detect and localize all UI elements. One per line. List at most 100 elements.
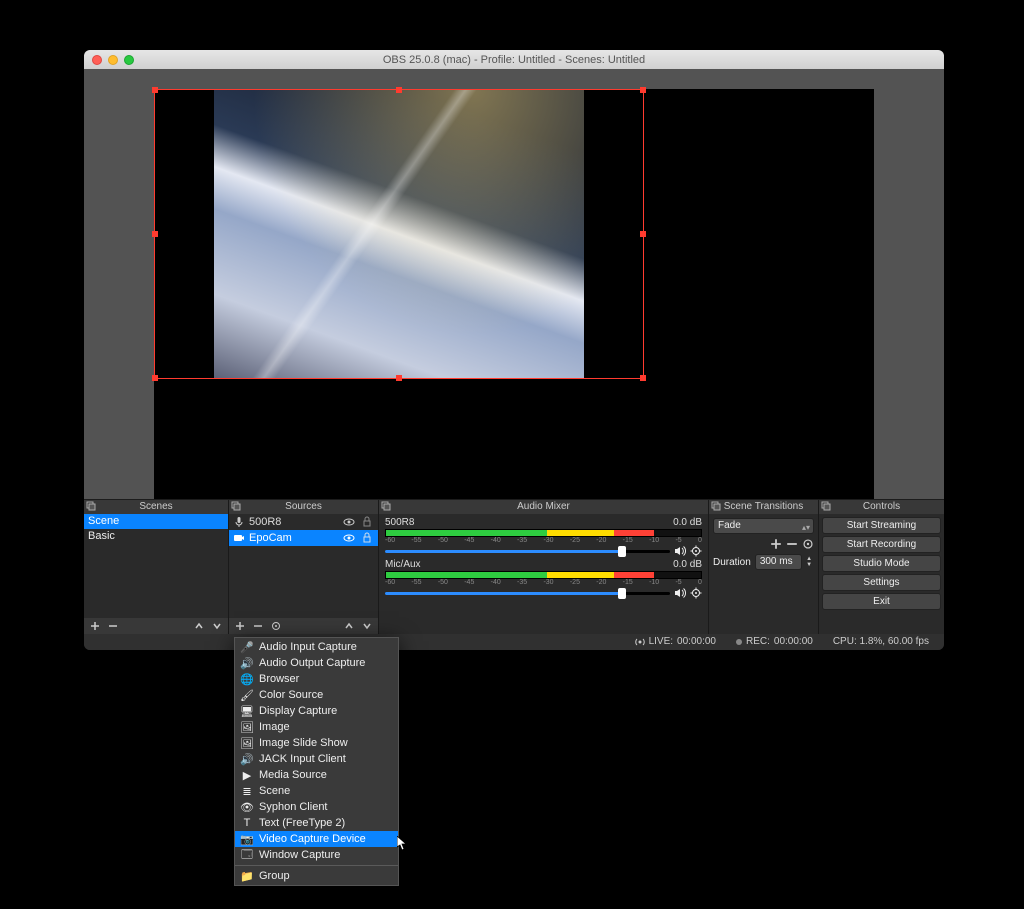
scene-down-button[interactable] <box>212 621 222 631</box>
speaker-icon[interactable] <box>674 587 686 599</box>
titlebar: OBS 25.0.8 (mac) - Profile: Untitled - S… <box>84 50 944 69</box>
audio-meter <box>385 571 702 579</box>
scenes-list[interactable]: Scene Basic <box>84 514 228 617</box>
menu-item[interactable]: ≣Scene <box>235 783 398 799</box>
menu-item[interactable]: 📁Group <box>235 868 398 884</box>
scene-up-button[interactable] <box>194 621 204 631</box>
transition-select[interactable]: Fade▴▾ <box>713 518 814 534</box>
settings-button[interactable]: Settings <box>822 574 941 591</box>
menu-item-icon: 📷 <box>241 833 253 846</box>
menu-item-label: Media Source <box>259 769 327 781</box>
eye-icon[interactable] <box>342 532 356 544</box>
controls-header: Controls <box>819 500 944 514</box>
menu-item[interactable]: 🖼Image <box>235 719 398 735</box>
menu-item[interactable]: 🎤Audio Input Capture <box>235 639 398 655</box>
menu-item-icon: 🌐 <box>241 673 253 686</box>
preview-canvas[interactable] <box>154 89 874 499</box>
gear-icon[interactable] <box>690 545 702 557</box>
remove-scene-button[interactable] <box>108 621 118 631</box>
remove-source-button[interactable] <box>253 621 263 631</box>
menu-item-label: Display Capture <box>259 705 337 717</box>
selection-box[interactable] <box>154 89 644 379</box>
scenes-toolbar <box>84 618 228 634</box>
menu-item-label: Color Source <box>259 689 323 701</box>
menu-item-icon: ▶ <box>241 769 253 782</box>
source-item[interactable]: EpoCam <box>229 530 378 546</box>
status-bar: LIVE: 00:00:00 REC: 00:00:00 CPU: 1.8%, … <box>84 634 944 650</box>
speaker-icon[interactable] <box>674 545 686 557</box>
meter-ticks: -60-55-50-45-40-35-30-25-20-15-10-50 <box>385 579 702 587</box>
source-properties-button[interactable] <box>271 621 281 631</box>
detach-icon[interactable] <box>711 501 721 511</box>
lock-icon[interactable] <box>360 532 374 544</box>
menu-item[interactable]: ▶ Media Source <box>235 767 398 783</box>
menu-item-label: Syphon Client <box>259 801 328 813</box>
lock-icon[interactable] <box>360 516 374 528</box>
menu-item[interactable]: 🖼 Image Slide Show <box>235 735 398 751</box>
preview-area[interactable] <box>84 69 944 499</box>
menu-item[interactable]: 🔊 JACK Input Client <box>235 751 398 767</box>
exit-button[interactable]: Exit <box>822 593 941 610</box>
menu-item-icon: 🗔 <box>241 846 253 865</box>
menu-item-label: Browser <box>259 673 299 685</box>
obs-window: OBS 25.0.8 (mac) - Profile: Untitled - S… <box>84 50 944 650</box>
transitions-header: Scene Transitions <box>709 500 818 514</box>
scene-item[interactable]: Basic <box>84 529 228 544</box>
duration-stepper[interactable]: ▲▼ <box>806 556 814 568</box>
transitions-dock: Scene Transitions Fade▴▾ Duration 300 ms… <box>709 500 819 633</box>
detach-icon[interactable] <box>86 501 96 511</box>
menu-item-icon: 🔊 <box>241 753 253 766</box>
menu-item[interactable]: 👁Syphon Client <box>235 799 398 815</box>
gear-icon[interactable] <box>690 587 702 599</box>
detach-icon[interactable] <box>381 501 391 511</box>
start-recording-button[interactable]: Start Recording <box>822 536 941 553</box>
detach-icon[interactable] <box>231 501 241 511</box>
source-down-button[interactable] <box>362 621 372 631</box>
scenes-dock: Scenes Scene Basic <box>84 500 229 633</box>
mixer-body: 500R8 0.0 dB -60-55-50-45-40-35-30-25-20… <box>379 514 708 633</box>
menu-item-label: Image Slide Show <box>259 737 348 749</box>
eye-icon[interactable] <box>342 516 356 528</box>
record-dot-icon <box>736 639 742 645</box>
folder-icon: 📁 <box>241 870 253 883</box>
menu-item[interactable]: 🔊Audio Output Capture <box>235 655 398 671</box>
sources-dock: Sources 500R8 EpoCam <box>229 500 379 633</box>
menu-item[interactable]: 📷Video Capture Device <box>235 831 398 847</box>
detach-icon[interactable] <box>821 501 831 511</box>
source-item[interactable]: 500R8 <box>229 514 378 530</box>
transitions-body: Fade▴▾ Duration 300 ms ▲▼ <box>709 514 818 633</box>
menu-item[interactable]: 🌐 Browser <box>235 671 398 687</box>
remove-transition-button[interactable] <box>786 538 798 550</box>
menu-item[interactable]: TText (FreeType 2) <box>235 815 398 831</box>
rec-status: REC: 00:00:00 <box>736 636 813 647</box>
meter-ticks: -60-55-50-45-40-35-30-25-20-15-10-50 <box>385 537 702 545</box>
volume-slider[interactable] <box>385 592 670 595</box>
broadcast-icon <box>635 637 645 647</box>
volume-slider[interactable] <box>385 550 670 553</box>
source-up-button[interactable] <box>344 621 354 631</box>
camera-icon <box>233 532 245 544</box>
add-transition-button[interactable] <box>770 538 782 550</box>
add-source-button[interactable] <box>235 621 245 631</box>
menu-item-icon: ≣ <box>241 785 253 798</box>
sources-list[interactable]: 500R8 EpoCam <box>229 514 378 617</box>
menu-item-icon: 🖥 <box>241 705 253 718</box>
source-label: 500R8 <box>249 516 338 528</box>
scene-item[interactable]: Scene <box>84 514 228 529</box>
duration-input[interactable]: 300 ms <box>755 554 802 570</box>
menu-item-label: JACK Input Client <box>259 753 346 765</box>
mixer-header: Audio Mixer <box>379 500 708 514</box>
menu-item[interactable]: 🖥 Display Capture <box>235 703 398 719</box>
studio-mode-button[interactable]: Studio Mode <box>822 555 941 572</box>
start-streaming-button[interactable]: Start Streaming <box>822 517 941 534</box>
menu-item-label: Window Capture <box>259 849 340 861</box>
menu-item[interactable]: 🗔 Window Capture <box>235 847 398 863</box>
menu-item-icon: 🖼 <box>241 737 253 750</box>
add-scene-button[interactable] <box>90 621 100 631</box>
cursor-icon <box>397 836 408 851</box>
menu-item[interactable]: 🖌Color Source <box>235 687 398 703</box>
menu-item-label: Audio Input Capture <box>259 641 357 653</box>
cpu-status: CPU: 1.8%, 60.00 fps <box>833 636 929 647</box>
menu-item-icon: 🔊 <box>241 657 253 670</box>
transition-settings-button[interactable] <box>802 538 814 550</box>
